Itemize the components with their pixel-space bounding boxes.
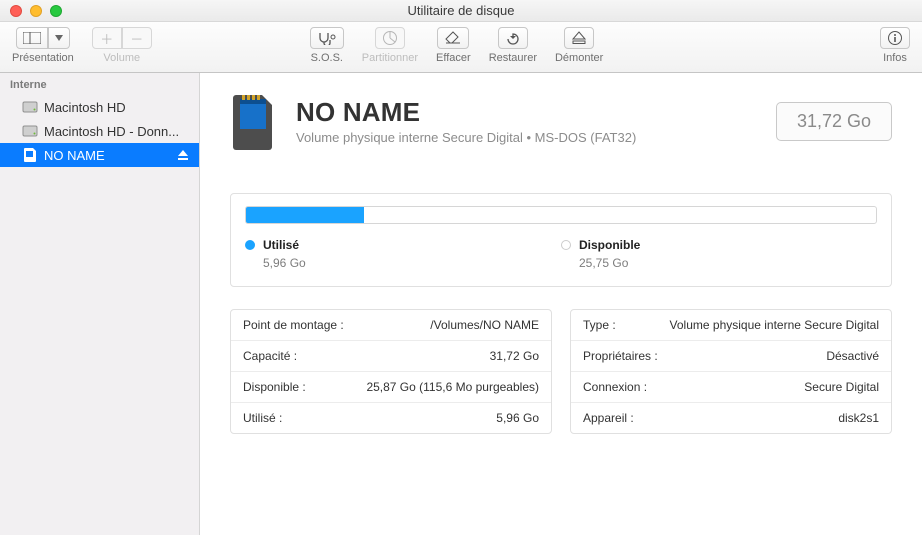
restore-button[interactable] <box>498 27 528 49</box>
unmount-button[interactable] <box>564 27 594 49</box>
detail-value: 5,96 Go <box>496 411 539 425</box>
detail-row: Disponible : 25,87 Go (115,6 Mo purgeable… <box>231 372 551 403</box>
detail-value: disk2s1 <box>838 411 879 425</box>
erase-button[interactable] <box>437 27 469 49</box>
toolbar-group-unmount: Démonter <box>555 27 603 64</box>
sidebar-item-label: Macintosh HD - Donn... <box>44 124 189 139</box>
detail-value: 31,72 Go <box>490 349 539 363</box>
sidebar-header: Interne <box>0 73 199 95</box>
detail-value: Volume physique interne Secure Digital <box>670 318 879 332</box>
free-value: 25,75 Go <box>579 256 877 270</box>
volume-add-button: ＋ <box>92 27 122 49</box>
detail-row: Capacité : 31,72 Go <box>231 341 551 372</box>
detail-key: Point de montage : <box>243 318 344 332</box>
sidebar: Interne Macintosh HD Macintosh HD - Donn.… <box>0 73 200 535</box>
details-panel: Point de montage : /Volumes/NO NAME Capaci… <box>230 309 892 434</box>
usage-panel: Utilisé 5,96 Go Disponible 25,75 Go <box>230 193 892 287</box>
info-label: Infos <box>883 52 907 64</box>
view-dropdown-button[interactable] <box>48 27 70 49</box>
volume-label: Volume <box>103 52 140 64</box>
usage-bar <box>245 206 877 224</box>
restore-icon <box>505 31 521 45</box>
sd-card-icon <box>230 91 278 151</box>
toolbar-group-erase: Effacer <box>436 27 471 64</box>
detail-row: Utilisé : 5,96 Go <box>231 403 551 433</box>
window-controls <box>0 5 62 17</box>
detail-value: /Volumes/NO NAME <box>430 318 539 332</box>
minimize-window-button[interactable] <box>30 5 42 17</box>
toolbar-group-info: Infos <box>880 27 910 64</box>
pie-icon <box>382 30 398 46</box>
detail-value: 25,87 Go (115,6 Mo purgeables) <box>366 380 539 394</box>
view-label: Présentation <box>12 52 74 64</box>
eject-button[interactable] <box>177 149 189 161</box>
volume-subtitle: Volume physique interne Secure Digital •… <box>296 130 636 145</box>
restore-label: Restaurer <box>489 52 537 64</box>
used-value: 5,96 Go <box>263 256 561 270</box>
eject-icon <box>572 31 586 45</box>
detail-row: Connexion : Secure Digital <box>571 372 891 403</box>
eraser-icon <box>444 31 462 45</box>
view-mode-button[interactable] <box>16 27 48 49</box>
used-label: Utilisé <box>263 238 299 252</box>
sidebar-item-macintosh-hd-donn-[interactable]: Macintosh HD - Donn... <box>0 119 199 143</box>
detail-row: Type : Volume physique interne Secure Dig… <box>571 310 891 341</box>
detail-row: Propriétaires : Désactivé <box>571 341 891 372</box>
details-right: Type : Volume physique interne Secure Dig… <box>570 309 892 434</box>
unmount-label: Démonter <box>555 52 603 64</box>
sos-button[interactable] <box>310 27 344 49</box>
erase-label: Effacer <box>436 52 471 64</box>
detail-key: Type : <box>583 318 616 332</box>
disk-icon <box>22 147 38 163</box>
detail-row: Point de montage : /Volumes/NO NAME <box>231 310 551 341</box>
capacity-badge: 31,72 Go <box>776 102 892 141</box>
info-icon <box>887 30 903 46</box>
window-title: Utilitaire de disque <box>0 3 922 18</box>
detail-key: Utilisé : <box>243 411 282 425</box>
partition-button <box>375 27 405 49</box>
toolbar: Présentation ＋ － Volume S.O.S. Partition… <box>0 22 922 73</box>
sidebar-item-no-name[interactable]: NO NAME <box>0 143 199 167</box>
detail-key: Disponible : <box>243 380 306 394</box>
info-button[interactable] <box>880 27 910 49</box>
detail-key: Connexion : <box>583 380 647 394</box>
toolbar-group-partition: Partitionner <box>362 27 418 64</box>
sidebar-item-label: NO NAME <box>44 148 171 163</box>
detail-value: Secure Digital <box>804 380 879 394</box>
usage-fill <box>246 207 364 223</box>
sidebar-item-macintosh-hd[interactable]: Macintosh HD <box>0 95 199 119</box>
stethoscope-icon <box>317 31 337 45</box>
partition-label: Partitionner <box>362 52 418 64</box>
volume-remove-button: － <box>122 27 152 49</box>
toolbar-group-volume: ＋ － Volume <box>92 27 152 64</box>
volume-name: NO NAME <box>296 97 636 128</box>
detail-key: Propriétaires : <box>583 349 658 363</box>
main-content: NO NAME Volume physique interne Secure D… <box>200 73 922 535</box>
zoom-window-button[interactable] <box>50 5 62 17</box>
details-left: Point de montage : /Volumes/NO NAME Capaci… <box>230 309 552 434</box>
detail-key: Capacité : <box>243 349 297 363</box>
sidebar-item-label: Macintosh HD <box>44 100 189 115</box>
toolbar-group-sos: S.O.S. <box>310 27 344 64</box>
disk-icon <box>22 99 38 115</box>
sos-label: S.O.S. <box>311 52 343 64</box>
free-dot <box>561 240 571 250</box>
close-window-button[interactable] <box>10 5 22 17</box>
free-label: Disponible <box>579 238 640 252</box>
toolbar-group-restore: Restaurer <box>489 27 537 64</box>
toolbar-group-view: Présentation <box>12 27 74 64</box>
detail-key: Appareil : <box>583 411 634 425</box>
detail-row: Appareil : disk2s1 <box>571 403 891 433</box>
detail-value: Désactivé <box>826 349 879 363</box>
titlebar: Utilitaire de disque <box>0 0 922 22</box>
used-dot <box>245 240 255 250</box>
disk-icon <box>22 123 38 139</box>
